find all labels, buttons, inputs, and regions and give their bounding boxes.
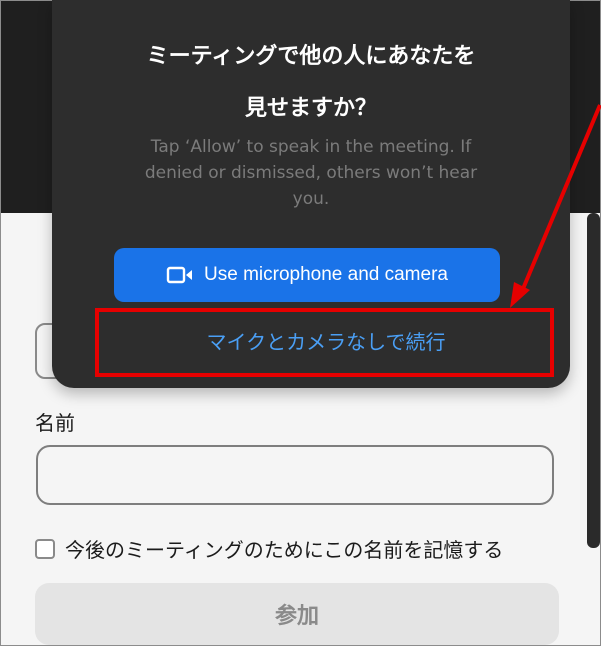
use-mic-camera-label: Use microphone and camera [204,264,448,285]
continue-without-mic-camera-button[interactable]: マイクとカメラなしで続行 [96,310,556,370]
name-label: 名前 [35,411,75,435]
permission-dialog: ミーティングで他の人にあなたを 見せますか？ Tap ‘Allow’ to sp… [52,0,570,388]
use-mic-camera-button[interactable]: Use microphone and camera [114,248,500,302]
dialog-title-line1: ミーティングで他の人にあなたを [146,44,476,69]
join-button[interactable]: 参加 [35,583,559,645]
remember-name-row[interactable]: 今後のミーティングのためにこの名前を記憶する [35,534,503,563]
video-camera-icon [166,266,193,284]
remember-label: 今後のミーティングのためにこの名前を記憶する [65,538,504,562]
dialog-title-line2: 見せますか？ [244,96,377,121]
remember-checkbox[interactable] [35,538,55,559]
scrollbar[interactable] [587,213,600,548]
name-input[interactable] [36,445,554,505]
dialog-description: Tap ‘Allow’ to speak in the meeting. If … [144,137,478,209]
